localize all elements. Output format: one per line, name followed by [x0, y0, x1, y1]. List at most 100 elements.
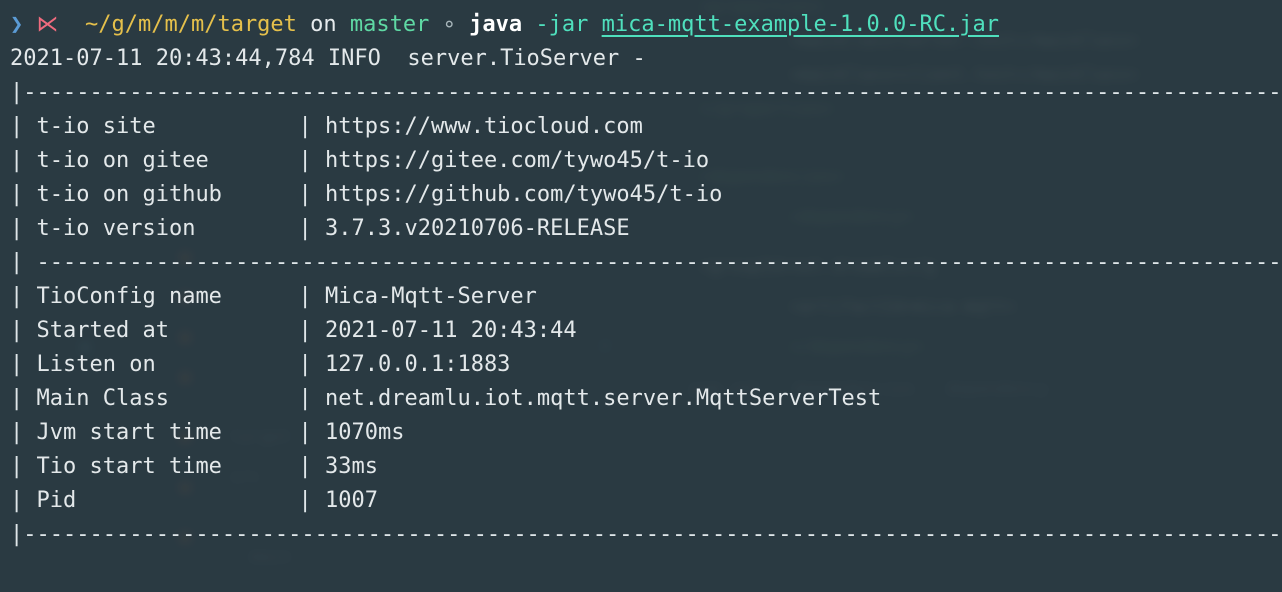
row-pipe-mid: |	[298, 114, 312, 139]
banner-mid-border-text: | --------------------------------------…	[10, 250, 1282, 275]
row-pipe-mid: |	[298, 454, 312, 479]
row-gap-a	[23, 284, 36, 309]
row-pipe-left: |	[10, 420, 24, 445]
row-gap-b	[312, 148, 325, 173]
row-gap-a	[23, 352, 36, 377]
row-pipe-mid: |	[298, 216, 312, 241]
row-pipe-left: |	[10, 488, 24, 513]
row-gap-a	[23, 114, 36, 139]
row-key: Started at	[36, 318, 169, 343]
log-line: 2021-07-11 20:43:44,784 INFO server.TioS…	[0, 42, 646, 76]
row-value: 1070ms	[325, 420, 405, 445]
table-row: | t-io version| 3.7.3.v20210706-RELEASE|	[0, 212, 1282, 246]
banner-bottom-border: |---------------------------------------…	[0, 518, 1282, 552]
circle-outline-icon: ∘	[442, 12, 456, 37]
row-pipe-mid: |	[298, 420, 312, 445]
terminal-window[interactable]: <properties> <mainClass>server.test</mai…	[0, 0, 1282, 592]
row-pipe-mid: |	[298, 352, 312, 377]
row-pipe-left: |	[10, 182, 24, 207]
git-branch-arrow-icon: ⋉	[36, 12, 59, 37]
prompt-space-1	[297, 12, 310, 37]
row-gap-b	[312, 318, 325, 343]
table-row: | t-io on github | https://github.com/tyw…	[0, 178, 1282, 212]
banner-top-border-text: |---------------------------------------…	[10, 80, 1282, 105]
row-gap-b	[312, 454, 325, 479]
row-gap-b	[312, 352, 325, 377]
prompt-space-4	[456, 12, 469, 37]
row-key: Pid	[36, 488, 77, 513]
row-value: https://github.com/tywo45/t-io	[325, 182, 723, 207]
row-pipe-left: |	[10, 454, 24, 479]
prompt-branch: master	[349, 12, 430, 37]
row-pipe-left: |	[10, 386, 24, 411]
row-pipe-mid: |	[298, 318, 312, 343]
row-gap-b	[312, 488, 325, 513]
table-row: | Listen on| 127.0.0.1:1883|	[0, 348, 1282, 382]
row-gap-b	[312, 216, 325, 241]
row-pipe-mid: |	[298, 488, 312, 513]
row-key: Tio start time	[36, 454, 222, 479]
row-gap-b	[312, 114, 325, 139]
row-value: 33ms	[325, 454, 378, 479]
row-gap-a	[23, 182, 36, 207]
prompt-path: ~/g/m/m/m/target	[85, 12, 297, 37]
row-value: https://gitee.com/tywo45/t-io	[325, 148, 710, 173]
row-pipe-left: |	[10, 216, 24, 241]
prompt-gap	[23, 12, 36, 37]
banner-mid-border: | --------------------------------------…	[0, 246, 1282, 280]
row-pipe-left: |	[10, 114, 24, 139]
table-row: | t-io site| https://www.tiocloud.com|	[0, 110, 1282, 144]
row-key: TioConfig name	[36, 284, 222, 309]
row-value: 2021-07-11 20:43:44	[325, 318, 577, 343]
table-row: | Main Class | net.dreamlu.iot.mqtt.serve…	[0, 382, 1282, 416]
row-gap-b	[312, 182, 325, 207]
row-pipe-mid: |	[298, 182, 312, 207]
prompt-space-2	[337, 12, 350, 37]
triangle-right-icon: ❯	[10, 12, 24, 37]
terminal-output[interactable]: ❯ ⋉ ~/g/m/m/m/target on master ∘ java -j…	[0, 0, 1282, 592]
row-gap-a	[23, 148, 36, 173]
row-gap-b	[312, 284, 325, 309]
row-pipe-left: |	[10, 148, 24, 173]
row-key: t-io version	[36, 216, 196, 241]
row-pipe-mid: |	[298, 284, 312, 309]
row-pipe-mid: |	[298, 148, 312, 173]
table-row: | Pid| 1007|	[0, 484, 1282, 518]
row-key: t-io on gitee	[36, 148, 209, 173]
prompt-space-3	[429, 12, 442, 37]
table-row: | TioConfig name| Mica-Mqtt-Server|	[0, 280, 1282, 314]
prompt-line[interactable]: ❯ ⋉ ~/g/m/m/m/target on master ∘ java -j…	[0, 8, 999, 42]
table-row: | Tio start time| 33ms|	[0, 450, 1282, 484]
row-gap-a	[23, 216, 36, 241]
row-pipe-left: |	[10, 318, 24, 343]
row-value: Mica-Mqtt-Server	[325, 284, 537, 309]
row-gap-a	[23, 420, 36, 445]
row-key: Jvm start time	[36, 420, 222, 445]
command-flag: -jar	[535, 12, 589, 37]
log-line-text: 2021-07-11 20:43:44,784 INFO server.TioS…	[10, 46, 646, 71]
command-name: java	[469, 12, 523, 37]
row-gap-a	[23, 488, 36, 513]
table-row: | Started at| 2021-07-11 20:43:44|	[0, 314, 1282, 348]
row-gap-b	[312, 386, 325, 411]
row-key: Listen on	[36, 352, 156, 377]
row-key: t-io on github	[36, 182, 222, 207]
prompt-space-6	[588, 12, 601, 37]
banner-bottom-border-text: |---------------------------------------…	[10, 522, 1282, 547]
row-pipe-left: |	[10, 352, 24, 377]
row-pipe-left: |	[10, 284, 24, 309]
prompt-gap-2	[59, 12, 86, 37]
row-value: net.dreamlu.iot.mqtt.server.MqttServerTe…	[325, 386, 882, 411]
table-row: | Jvm start time| 1070ms|	[0, 416, 1282, 450]
row-key: t-io site	[36, 114, 156, 139]
row-key: Main Class	[36, 386, 169, 411]
row-gap-a	[23, 318, 36, 343]
table-row: | t-io on gitee | https://gitee.com/tywo4…	[0, 144, 1282, 178]
row-gap-a	[23, 454, 36, 479]
row-value: 1007	[325, 488, 378, 513]
command-arg-jar-link[interactable]: mica-mqtt-example-1.0.0-RC.jar	[602, 12, 999, 37]
prompt-space-5	[522, 12, 535, 37]
row-pipe-mid: |	[298, 386, 312, 411]
row-gap-b	[312, 420, 325, 445]
prompt-on-keyword: on	[310, 12, 337, 37]
